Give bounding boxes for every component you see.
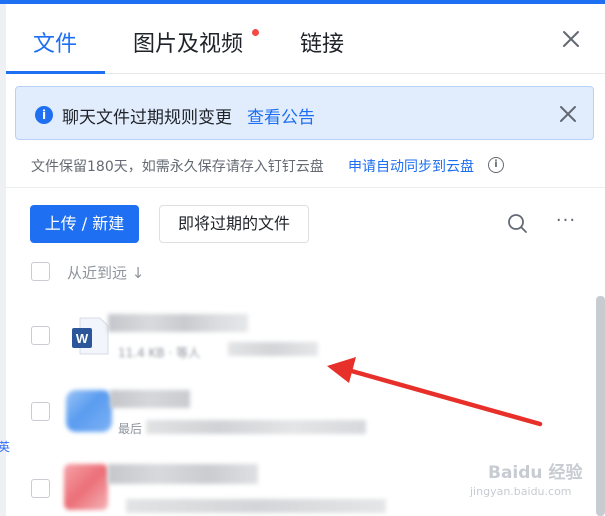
svg-text:W: W (76, 331, 89, 346)
upload-new-button[interactable]: 上传 / 新建 (30, 205, 139, 243)
file-type-icon-blurred (66, 390, 112, 432)
file-meta: 最后 (118, 422, 143, 436)
retention-hint: 文件保留180天，如需永久保存请存入钉钉云盘 (31, 159, 324, 175)
view-announcement-link[interactable]: 查看公告 (247, 103, 315, 128)
file-checkbox[interactable] (31, 326, 50, 345)
file-checkbox[interactable] (31, 479, 50, 498)
file-sender-blurred (228, 342, 318, 356)
hint-info-icon[interactable]: i (488, 157, 504, 173)
tab-files[interactable]: 文件 (33, 26, 77, 58)
word-document-icon: W (72, 317, 109, 355)
file-name-blurred (110, 390, 190, 408)
file-type-icon-blurred (64, 464, 108, 510)
watermark-sub-text: jingyan.baidu.com (470, 485, 572, 498)
notice-banner: i 聊天文件过期规则变更 查看公告 (15, 86, 594, 140)
more-icon[interactable]: ··· (553, 211, 579, 237)
file-meta: 11.4 KB · 等人 (118, 346, 201, 360)
info-icon: i (35, 106, 53, 124)
unread-dot (252, 29, 259, 36)
search-icon[interactable] (505, 211, 531, 237)
notice-text: 聊天文件过期规则变更 (62, 108, 232, 128)
notice-close-icon[interactable] (557, 103, 579, 125)
section-divider (6, 187, 605, 188)
file-checkbox[interactable] (31, 402, 50, 421)
tab-images-videos[interactable]: 图片及视频 (133, 26, 243, 58)
tab-bar: 文件 图片及视频 链接 (6, 4, 605, 74)
expiring-files-button[interactable]: 即将过期的文件 (159, 205, 309, 243)
file-sender-blurred (126, 499, 386, 513)
sort-order-toggle[interactable]: 从近到远 ↓ (67, 262, 144, 283)
select-all-checkbox[interactable] (31, 262, 50, 281)
baidu-jingyan-watermark: Baidu 经验 jingyan.baidu.com (470, 452, 600, 512)
file-row[interactable]: 最后 (6, 376, 594, 452)
tab-links[interactable]: 链接 (300, 26, 344, 58)
close-icon[interactable] (556, 24, 586, 54)
watermark-main-text: Baidu 经验 (488, 463, 583, 483)
active-tab-indicator (6, 71, 105, 74)
file-name-blurred (108, 314, 248, 332)
file-sender-blurred (146, 420, 366, 434)
file-row[interactable]: W 11.4 KB · 等人 (6, 300, 594, 376)
file-name-blurred (108, 464, 258, 484)
auto-sync-link[interactable]: 申请自动同步到云盘 (348, 156, 474, 176)
